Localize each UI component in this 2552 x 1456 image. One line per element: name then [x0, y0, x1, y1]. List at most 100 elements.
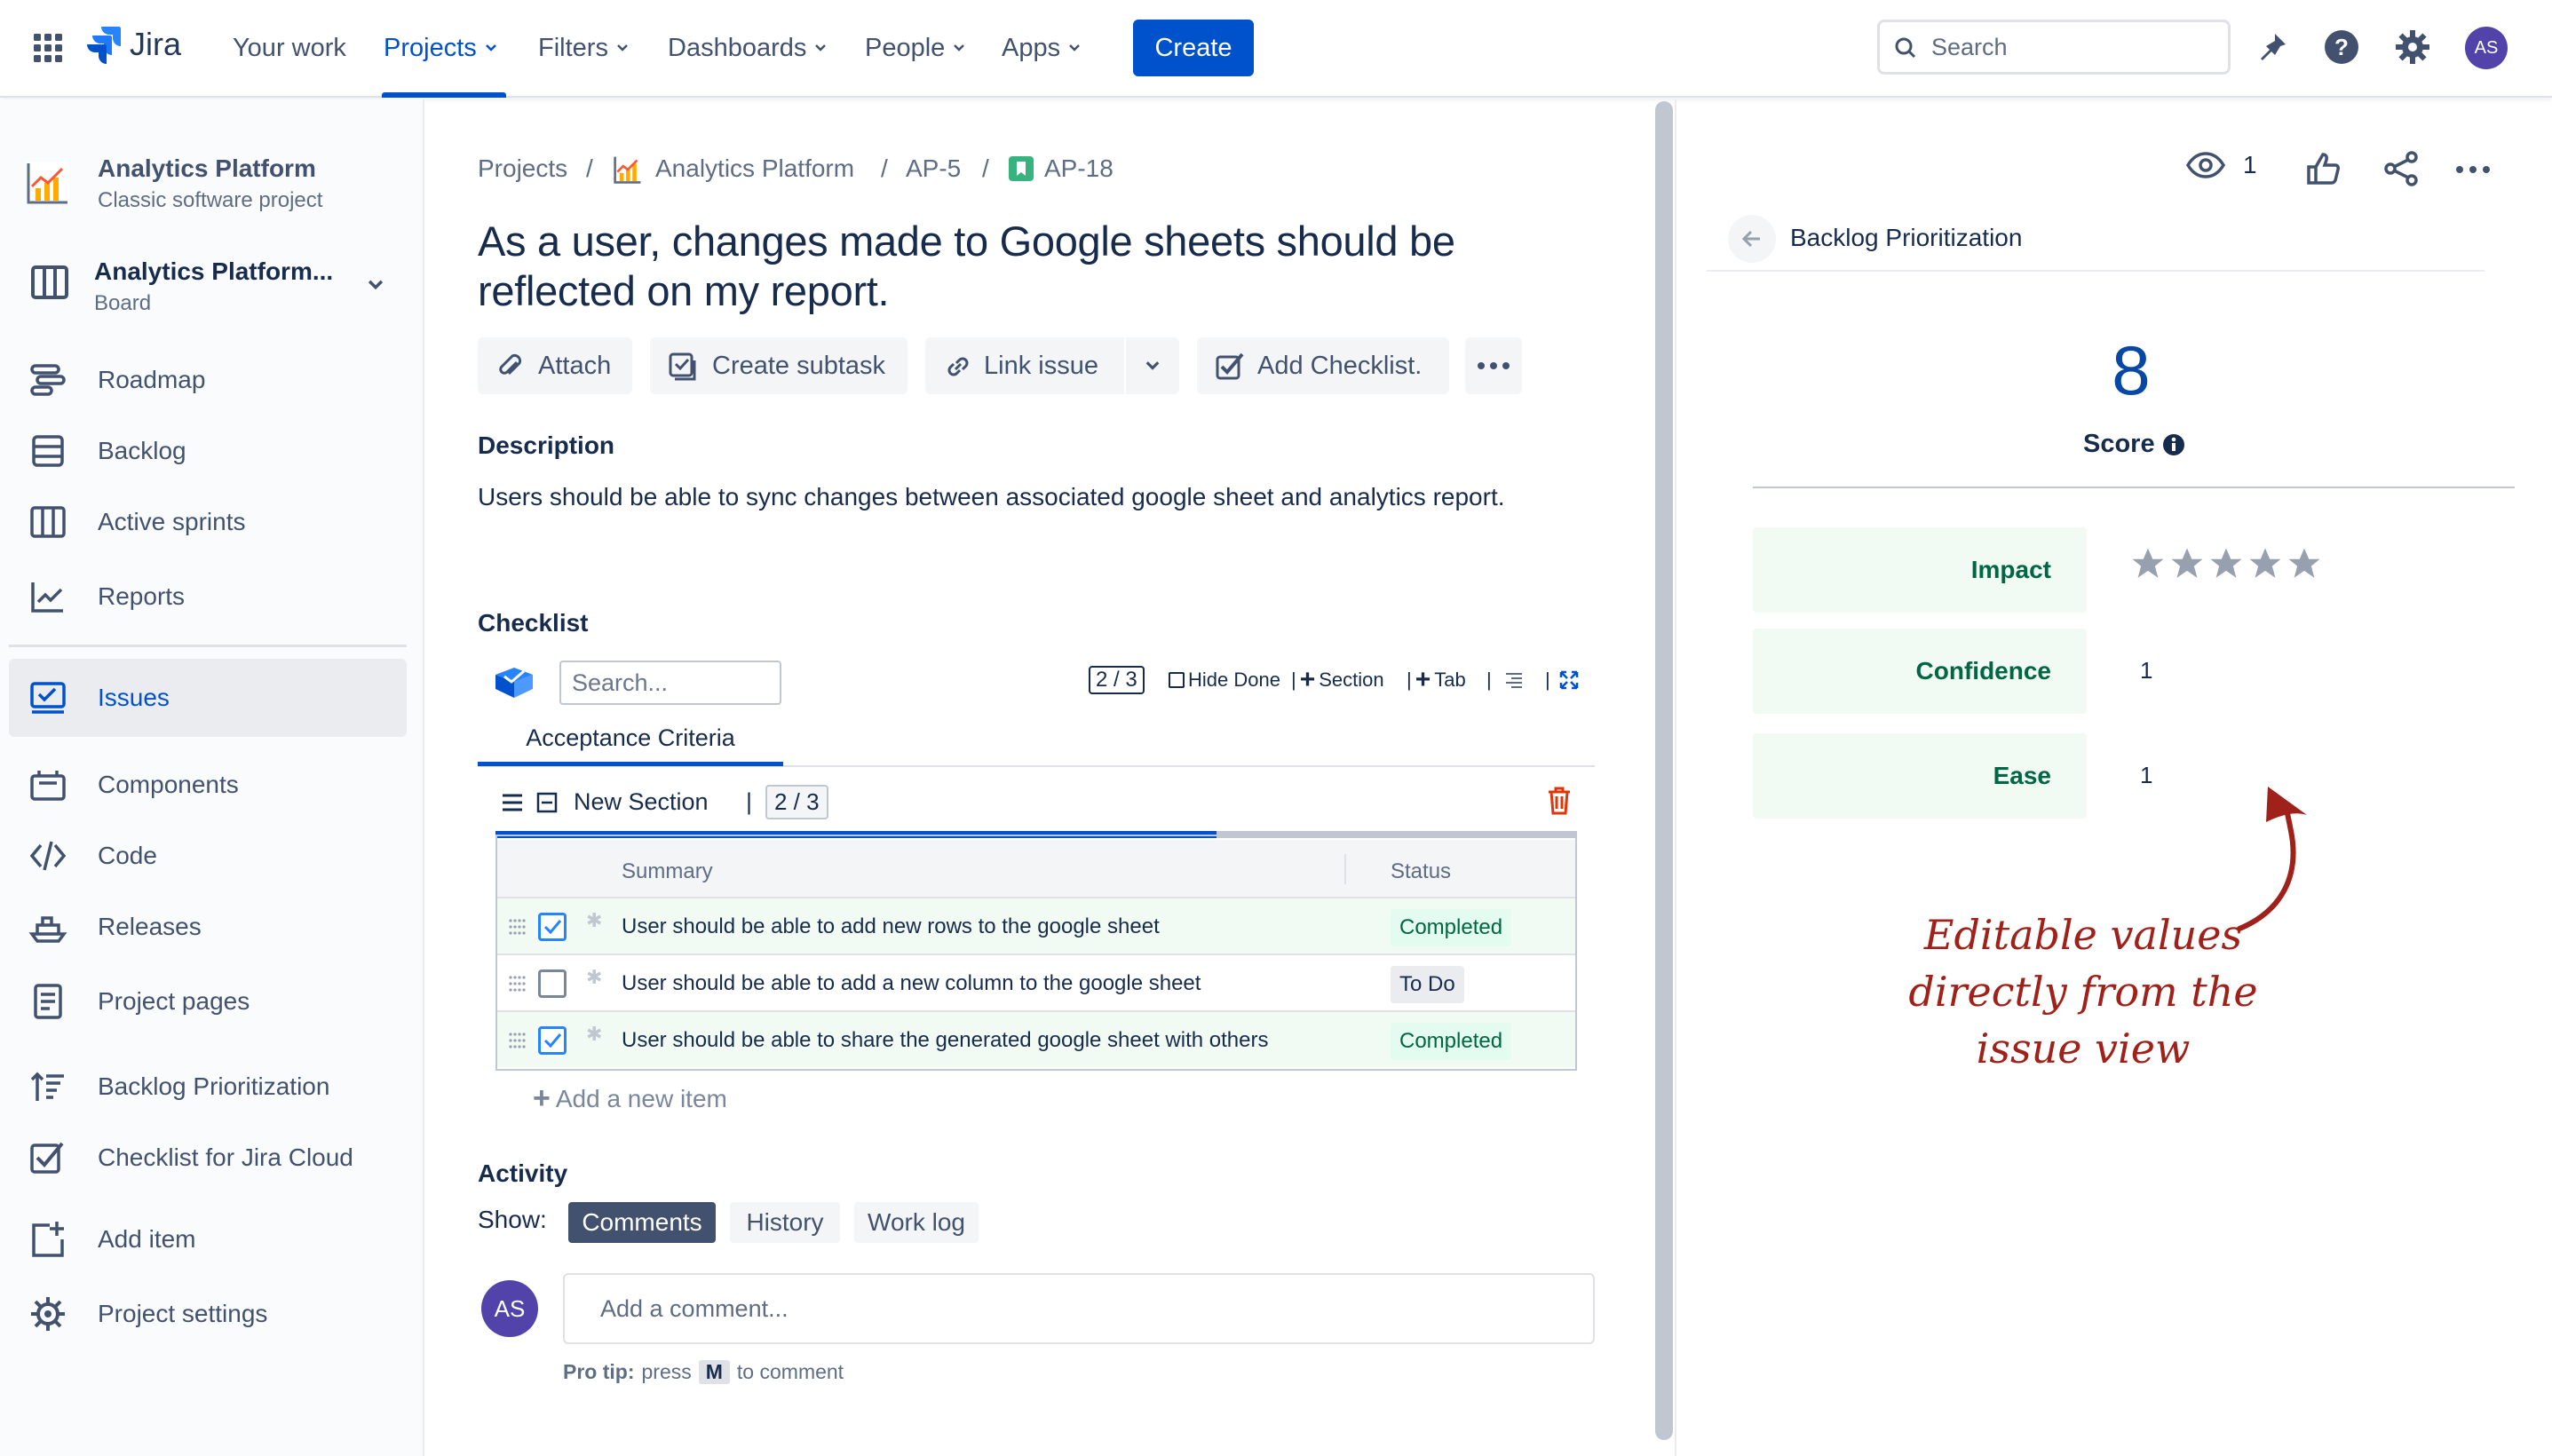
chevron-down-icon [1069, 44, 1080, 51]
thumbs-up-icon[interactable] [2305, 151, 2341, 186]
create-subtask-button[interactable]: Create subtask [650, 337, 907, 394]
add-checklist-label: Add Checklist. [1257, 351, 1423, 380]
pro-tip: Pro tip: press M to comment [563, 1360, 844, 1384]
checklist-item[interactable]: ✱ User should be able to add a new colum… [497, 954, 1575, 1010]
main-scrollbar[interactable] [1655, 101, 1673, 1440]
project-name[interactable]: Analytics Platform [98, 154, 316, 183]
sidebar-item-active-sprints[interactable]: Active sprints [9, 485, 407, 559]
user-avatar[interactable]: AS [2465, 27, 2508, 69]
sidebar-item-roadmap[interactable]: Roadmap [9, 343, 407, 417]
drag-handle-icon[interactable] [508, 918, 526, 936]
field-confidence-value[interactable]: 1 [2140, 657, 2152, 684]
add-tab-button[interactable]: | + Tab [1407, 665, 1466, 694]
breadcrumb-projects[interactable]: Projects [478, 154, 567, 183]
activity-heading: Activity [478, 1159, 568, 1187]
drag-handle-icon[interactable] [508, 1032, 526, 1049]
breadcrumb-parent[interactable]: AP-5 [906, 154, 961, 183]
item-text[interactable]: User should be able to add a new column … [622, 971, 1201, 996]
nav-filters[interactable]: Filters [538, 30, 630, 66]
more-actions-button[interactable] [1465, 337, 1522, 394]
format-button[interactable]: | [1486, 666, 1524, 694]
filter-work-log[interactable]: Work log [854, 1202, 979, 1243]
sidebar-item-components[interactable]: Components [9, 748, 407, 822]
settings-gear-icon[interactable] [2394, 28, 2431, 66]
checklist-item[interactable]: ✱ User should be able to share the gener… [497, 1010, 1575, 1067]
field-impact-label: Impact [1753, 527, 2087, 613]
fullscreen-button[interactable]: | [1545, 666, 1579, 694]
link-issue-dropdown[interactable] [1126, 337, 1179, 394]
breadcrumb-project[interactable]: Analytics Platform [655, 154, 854, 183]
item-status[interactable]: To Do [1391, 966, 1464, 1003]
project-avatar-icon [25, 160, 71, 206]
star-icon[interactable] [2207, 545, 2245, 582]
star-icon[interactable] [2286, 545, 2323, 582]
item-text[interactable]: User should be able to share the generat… [622, 1028, 1268, 1053]
tab-acceptance-criteria[interactable]: Acceptance Criteria [478, 724, 783, 767]
sidebar-item-add-item[interactable]: Add item [9, 1202, 407, 1277]
field-ease-value[interactable]: 1 [2140, 762, 2152, 789]
sidebar-item-code[interactable]: Code [9, 819, 407, 893]
board-selector[interactable]: Analytics Platform... Board [9, 249, 407, 325]
comment-input[interactable]: Add a comment... [563, 1273, 1595, 1344]
info-icon[interactable] [2162, 433, 2185, 456]
nav-label: Projects [384, 33, 477, 62]
back-button[interactable] [1728, 215, 1776, 263]
sidebar-item-reports[interactable]: Reports [9, 559, 407, 634]
sidebar-item-backlog[interactable]: Backlog [9, 414, 407, 488]
trash-icon[interactable] [1547, 787, 1572, 815]
star-icon[interactable] [2129, 545, 2167, 582]
item-checkbox[interactable] [538, 913, 567, 941]
impact-star-rating[interactable] [2129, 545, 2323, 582]
add-checklist-button[interactable]: Add Checklist. [1197, 337, 1449, 394]
watch-button[interactable]: 1 [2186, 151, 2257, 179]
breadcrumb-issue[interactable]: AP-18 [1044, 154, 1114, 183]
nav-apps[interactable]: Apps [1002, 30, 1082, 66]
drag-menu-icon[interactable] [501, 792, 524, 813]
app-switcher-icon[interactable] [32, 32, 64, 64]
filter-comments[interactable]: Comments [568, 1202, 716, 1243]
share-icon[interactable] [2383, 151, 2419, 186]
sidebar-item-label: Project settings [98, 1300, 268, 1327]
help-icon[interactable]: ? [2323, 28, 2360, 66]
filter-history[interactable]: History [730, 1202, 840, 1243]
nav-dashboards[interactable]: Dashboards [668, 30, 828, 66]
create-button[interactable]: Create [1133, 20, 1254, 76]
sidebar-item-releases[interactable]: Releases [9, 890, 407, 964]
description-text[interactable]: Users should be able to sync changes bet… [478, 483, 1505, 511]
nav-your-work[interactable]: Your work [233, 30, 346, 66]
nav-projects[interactable]: Projects [384, 30, 498, 66]
drag-handle-icon[interactable] [508, 975, 526, 993]
notifications-icon[interactable] [2254, 30, 2289, 66]
score-divider [1753, 487, 2515, 488]
nav-people[interactable]: People [865, 30, 966, 66]
item-status[interactable]: Completed [1391, 909, 1512, 946]
more-horizontal-icon[interactable] [2454, 162, 2492, 178]
sidebar-item-checklist[interactable]: Checklist for Jira Cloud [9, 1120, 407, 1195]
item-text[interactable]: User should be able to add new rows to t… [622, 914, 1160, 939]
star-icon[interactable] [2168, 545, 2206, 582]
jira-logo[interactable]: Jira [85, 25, 181, 64]
sidebar-item-backlog-prioritization[interactable]: Backlog Prioritization [9, 1049, 407, 1124]
checklist-search-input[interactable]: Search... [559, 661, 781, 705]
checklist-item[interactable]: ✱ User should be able to add new rows to… [497, 897, 1575, 954]
section-name[interactable]: New Section [574, 788, 709, 816]
hide-done-toggle[interactable]: Hide Done [1169, 666, 1280, 694]
add-section-button[interactable]: | + Section [1291, 665, 1384, 694]
sidebar-item-issues[interactable]: Issues [9, 659, 407, 737]
item-status[interactable]: Completed [1391, 1023, 1512, 1060]
sidebar-item-project-settings[interactable]: Project settings [9, 1277, 407, 1351]
collapse-icon[interactable] [536, 792, 558, 813]
sidebar-item-project-pages[interactable]: Project pages [9, 964, 407, 1039]
attach-button[interactable]: Attach [478, 337, 632, 394]
check-icon [543, 920, 562, 935]
issue-title[interactable]: As a user, changes made to Google sheets… [478, 217, 1543, 316]
svg-text:?: ? [2334, 34, 2349, 60]
link-issue-button[interactable]: Link issue [925, 337, 1124, 394]
avatar-initials: AS [494, 1294, 526, 1322]
item-checkbox[interactable] [538, 969, 567, 998]
add-new-item-button[interactable]: + Add a new item [533, 1081, 727, 1116]
item-checkbox[interactable] [538, 1026, 567, 1055]
star-icon[interactable] [2247, 545, 2284, 582]
search-input[interactable]: Search [1877, 20, 2231, 75]
sidebar-item-label: Add item [98, 1225, 196, 1253]
